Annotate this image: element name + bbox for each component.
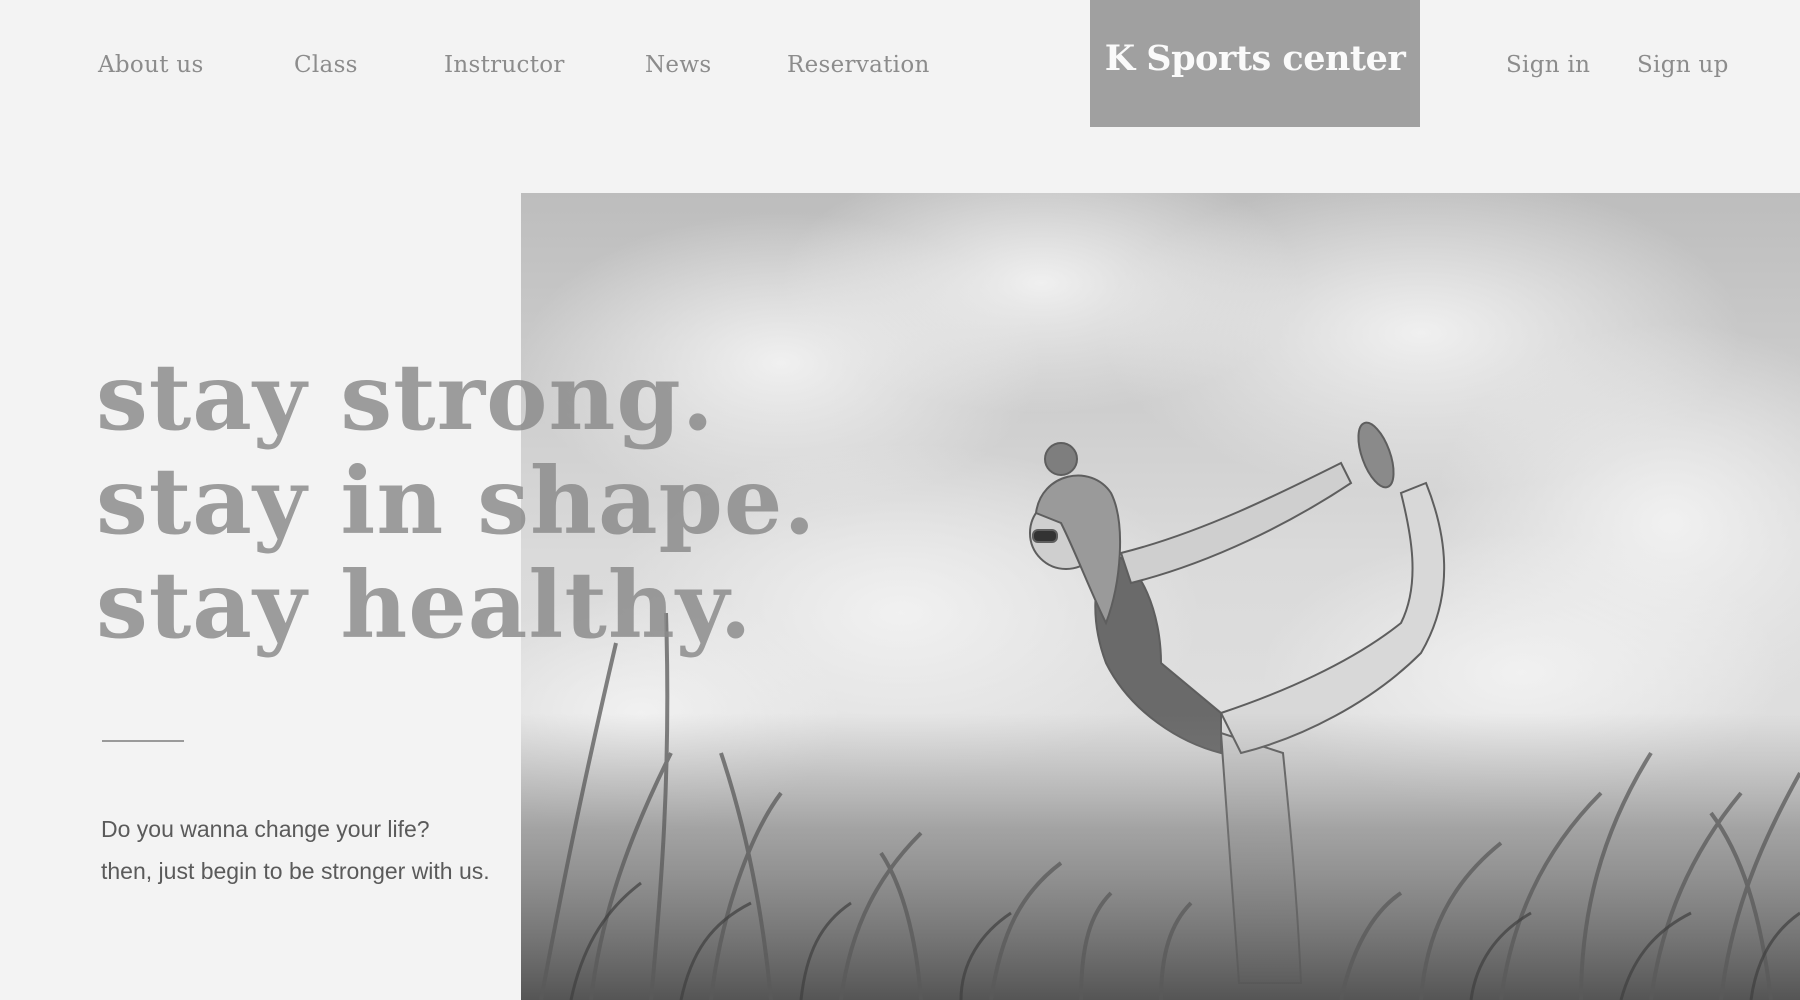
brand-logo[interactable]: K Sports center	[1090, 0, 1420, 127]
nav-class[interactable]: Class	[294, 52, 358, 78]
tagline-line: Do you wanna change your life?	[101, 816, 430, 842]
nav-instructor[interactable]: Instructor	[444, 52, 565, 78]
hero-tagline: Do you wanna change your life? then, jus…	[101, 808, 490, 892]
nav-news[interactable]: News	[645, 52, 711, 78]
sign-up-link[interactable]: Sign up	[1637, 52, 1729, 78]
divider-line	[102, 740, 184, 742]
headline-line: stay in shape.	[96, 447, 817, 555]
headline-line: stay strong.	[96, 343, 715, 451]
nav-reservation[interactable]: Reservation	[787, 52, 930, 78]
top-navigation: About us Class Instructor News Reservati…	[0, 0, 1800, 130]
nav-about-us[interactable]: About us	[98, 52, 204, 78]
hero-headline: stay strong. stay in shape. stay healthy…	[96, 345, 816, 657]
sign-in-link[interactable]: Sign in	[1506, 52, 1590, 78]
tagline-line: then, just begin to be stronger with us.	[101, 858, 490, 884]
headline-line: stay healthy.	[96, 551, 753, 659]
